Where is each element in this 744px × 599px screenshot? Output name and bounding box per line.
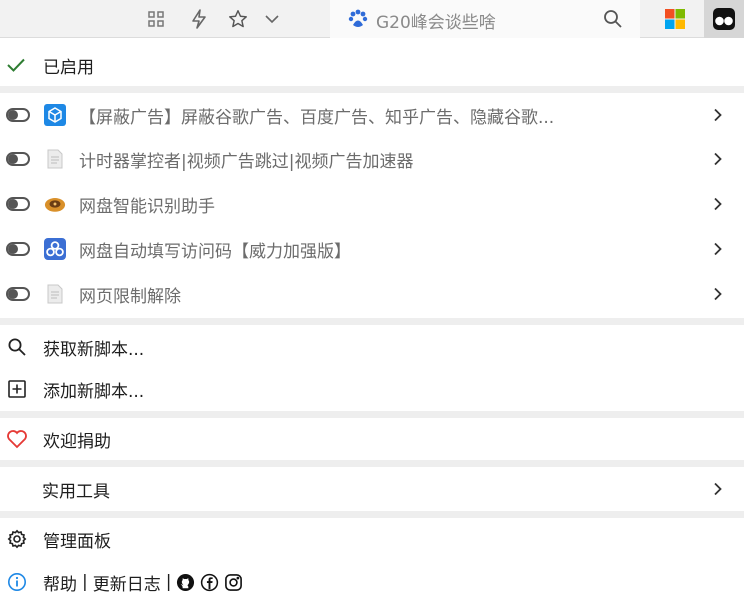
chevron-right-icon[interactable]	[710, 467, 726, 511]
link-separator: |	[165, 572, 172, 592]
utilities-label: 实用工具	[42, 481, 110, 502]
star-icon[interactable]	[225, 0, 251, 38]
dashboard-item[interactable]: 管理面板	[0, 517, 744, 561]
blue-cube-icon	[44, 104, 66, 126]
browser-toolbar: G20峰会谈些啥	[0, 0, 744, 38]
grid-icon[interactable]	[143, 0, 169, 38]
check-icon	[5, 54, 27, 76]
heart-icon	[6, 428, 28, 450]
donate-item[interactable]: 欢迎捐助	[0, 417, 744, 461]
chevron-right-icon[interactable]	[710, 272, 726, 316]
toggle-switch[interactable]	[6, 242, 30, 256]
chevron-down-icon[interactable]	[262, 0, 282, 38]
dashboard-label: 管理面板	[43, 531, 111, 552]
brown-disk-icon	[44, 193, 66, 215]
link-separator: |	[82, 572, 88, 592]
toggle-switch[interactable]	[6, 197, 30, 211]
script-row[interactable]: 计时器掌控者|视频广告跳过|视频广告加速器	[0, 137, 744, 181]
enabled-header: 已启用	[0, 43, 744, 87]
script-name: 网盘智能识别助手	[79, 196, 215, 217]
script-name: 网页限制解除	[79, 286, 181, 307]
github-icon[interactable]	[176, 573, 195, 592]
toggle-switch[interactable]	[6, 108, 30, 122]
document-icon	[44, 283, 66, 305]
script-row[interactable]: 网页限制解除	[0, 272, 744, 316]
chevron-right-icon[interactable]	[710, 137, 726, 181]
baidu-paw-icon	[347, 8, 369, 34]
toggle-switch[interactable]	[6, 287, 30, 301]
separator	[0, 460, 744, 467]
script-name: 网盘自动填写访问码【威力加强版】	[79, 241, 351, 262]
get-new-script-label: 获取新脚本...	[43, 339, 145, 360]
search-box[interactable]: G20峰会谈些啥	[330, 0, 640, 38]
get-new-script-item[interactable]: 获取新脚本...	[0, 325, 744, 369]
help-row: 帮助 | 更新日志 |	[0, 560, 744, 599]
add-new-script-item[interactable]: 添加新脚本...	[0, 367, 744, 411]
chevron-right-icon[interactable]	[710, 182, 726, 226]
script-name: 计时器掌控者|视频广告跳过|视频广告加速器	[79, 151, 414, 172]
search-text: G20峰会谈些啥	[376, 13, 496, 33]
search-icon	[6, 336, 28, 358]
add-new-script-label: 添加新脚本...	[43, 381, 145, 402]
script-row[interactable]: 网盘自动填写访问码【威力加强版】	[0, 227, 744, 271]
script-name: 【屏蔽广告】屏蔽谷歌广告、百度广告、知乎广告、隐藏谷歌...	[79, 107, 555, 128]
separator	[0, 86, 744, 93]
script-row[interactable]: 【屏蔽广告】屏蔽谷歌广告、百度广告、知乎广告、隐藏谷歌...	[0, 93, 744, 137]
info-icon	[6, 571, 28, 593]
chevron-right-icon[interactable]	[710, 227, 726, 271]
toggle-switch[interactable]	[6, 152, 30, 166]
facebook-icon[interactable]	[200, 573, 219, 592]
chevron-right-icon[interactable]	[710, 93, 726, 137]
windows-tiles-icon[interactable]	[652, 0, 698, 38]
donate-label: 欢迎捐助	[43, 431, 111, 452]
help-links: 帮助 | 更新日志 |	[43, 570, 243, 595]
script-row[interactable]: 网盘智能识别助手	[0, 182, 744, 226]
help-link[interactable]: 帮助	[43, 570, 77, 595]
gear-icon	[6, 528, 28, 550]
changelog-link[interactable]: 更新日志	[93, 570, 161, 595]
enabled-label: 已启用	[43, 57, 94, 78]
bolt-icon[interactable]	[186, 0, 212, 38]
tampermonkey-icon[interactable]	[704, 0, 744, 38]
utilities-item[interactable]: 实用工具	[0, 467, 744, 511]
cloud-share-icon	[44, 238, 66, 260]
search-icon[interactable]	[602, 8, 624, 34]
plus-square-icon	[6, 378, 28, 400]
document-icon	[44, 148, 66, 170]
instagram-icon[interactable]	[224, 573, 243, 592]
separator	[0, 318, 744, 325]
